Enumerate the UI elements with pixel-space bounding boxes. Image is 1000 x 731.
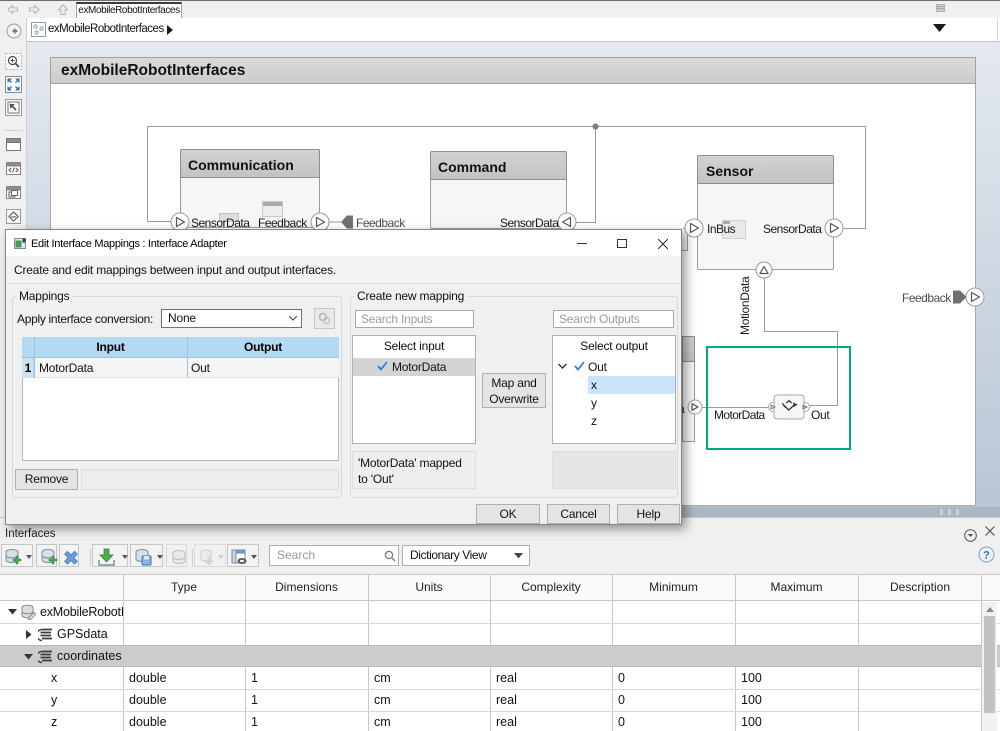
svg-text:?: ? — [983, 550, 990, 562]
svg-text:MotionData: MotionData — [738, 276, 752, 335]
